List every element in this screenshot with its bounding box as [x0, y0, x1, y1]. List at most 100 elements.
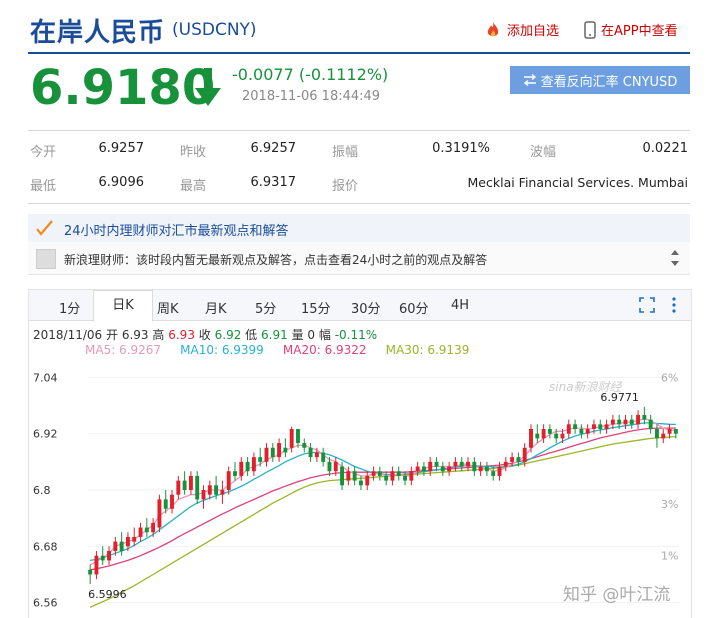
- low-label: 最低: [30, 179, 57, 194]
- candle-body: [359, 480, 363, 486]
- y-tick-label: 6.8: [33, 484, 51, 497]
- tab-15min[interactable]: 15分: [301, 298, 331, 317]
- open-in-app-button[interactable]: 在APP中查看: [584, 20, 678, 39]
- expert-message: 新浪理财师：该时段内暂无最新观点及解答，点击查看24小时之前的观点及解答: [64, 253, 488, 267]
- candle-body: [283, 447, 288, 453]
- amplitude-label: 振幅: [332, 145, 359, 160]
- info-open-label: 开: [106, 328, 119, 342]
- candle-body: [239, 461, 244, 476]
- prev-close-label: 昨收: [180, 145, 207, 160]
- low-value: 6.9096: [98, 175, 145, 190]
- candle-body: [667, 429, 672, 434]
- y-right-tick-label: 1%: [661, 550, 678, 563]
- candle-body: [396, 471, 401, 476]
- page-title: 在岸人民币: [30, 18, 166, 48]
- candle-body: [421, 466, 426, 472]
- candle-body: [188, 475, 193, 490]
- candle-body: [428, 461, 433, 472]
- tab-5min[interactable]: 5分: [255, 298, 276, 317]
- candle-body: [340, 466, 345, 486]
- candle-body: [333, 461, 338, 472]
- y-right-tick-label: 6%: [661, 371, 678, 384]
- candle-body: [636, 414, 641, 425]
- tab-60min[interactable]: 60分: [399, 298, 429, 317]
- candle-body: [94, 555, 99, 575]
- candle-body: [610, 419, 615, 425]
- quote-source-value: Mecklai Financial Services. Mumbai: [467, 175, 688, 190]
- candle-body: [478, 466, 483, 472]
- open-label: 今开: [30, 145, 57, 160]
- candle-body: [220, 490, 225, 495]
- candle-body: [119, 541, 124, 551]
- candle-body: [346, 471, 351, 481]
- tab-1min[interactable]: 1分: [59, 298, 80, 317]
- candle-body: [377, 471, 382, 476]
- expert-message-row[interactable]: 新浪理财师：该时段内暂无最新观点及解答，点击查看24小时之前的观点及解答: [28, 242, 690, 275]
- ma-legend: MA5: 6.9267 MA10: 6.9399 MA20: 6.9322 MA…: [85, 343, 469, 357]
- candle-body: [466, 461, 470, 467]
- candle-body: [403, 475, 407, 481]
- tab-weekly[interactable]: 周K: [157, 298, 179, 317]
- candle-body: [157, 499, 162, 528]
- candle-body: [277, 443, 282, 458]
- fire-icon: [487, 21, 499, 36]
- tab-30min[interactable]: 30分: [351, 298, 381, 317]
- candle-body: [661, 433, 666, 439]
- candle-body: [604, 424, 609, 429]
- expert-header[interactable]: 24小时内理财师对汇市最新观点和解答: [28, 214, 690, 243]
- candle-body: [484, 466, 489, 472]
- candle-body: [529, 429, 533, 448]
- candle-body: [497, 466, 502, 476]
- info-close: 6.92: [214, 328, 242, 342]
- fullscreen-icon[interactable]: [639, 297, 655, 313]
- tab-monthly[interactable]: 月K: [205, 298, 227, 317]
- current-price: 6.9180: [30, 60, 216, 116]
- ma30-legend: MA30: 6.9139: [385, 343, 470, 357]
- y-right-tick-label: 3%: [661, 498, 678, 511]
- candle-body: [472, 461, 477, 472]
- candle-body: [541, 429, 546, 439]
- wave-label: 波幅: [530, 145, 557, 160]
- kline-chart-panel: 1分 日K 周K 月K 5分 15分 30分 60分 4H 2018/11/06…: [28, 289, 692, 618]
- candle-body: [547, 429, 552, 434]
- candle-body: [434, 461, 439, 467]
- trend-check-icon: [36, 220, 53, 236]
- candle-body: [371, 471, 376, 476]
- quote-time: 2018-11-06 18:44:49: [242, 89, 381, 104]
- add-favorite-button[interactable]: 添加自选: [484, 20, 559, 39]
- expert-title: 24小时内理财师对汇市最新观点和解答: [64, 224, 289, 239]
- candle-body: [264, 447, 269, 462]
- candle-body: [598, 424, 603, 429]
- candle-body: [642, 414, 647, 420]
- candle-body: [195, 475, 200, 500]
- reverse-rate-button[interactable]: 查看反向汇率 CNYUSD: [510, 66, 690, 94]
- candle-body: [289, 429, 294, 448]
- candle-body: [409, 471, 414, 481]
- stats-panel: 今开 6.9257 昨收 6.9257 振幅 0.3191% 波幅 0.0221…: [28, 130, 690, 204]
- candle-body: [321, 452, 326, 462]
- y-tick-label: 7.04: [33, 371, 58, 384]
- tab-daily[interactable]: 日K: [93, 290, 153, 322]
- candle-body: [296, 429, 300, 444]
- zhihu-watermark: 知乎 @叶江流: [563, 585, 671, 605]
- info-low-label: 低: [245, 328, 258, 342]
- info-open: 6.93: [121, 328, 149, 342]
- sina-watermark: sina新浪财经: [549, 380, 622, 394]
- high-value: 6.9317: [250, 175, 297, 190]
- candle-body: [182, 480, 187, 490]
- more-icon[interactable]: [671, 296, 677, 314]
- candle-body: [365, 475, 370, 486]
- candle-body: [327, 461, 332, 472]
- y-tick-label: 6.56: [33, 597, 58, 610]
- add-favorite-label: 添加自选: [507, 24, 560, 39]
- candle-body: [352, 471, 357, 481]
- info-amp-label: 幅: [318, 328, 331, 342]
- ma5-legend: MA5: 6.9267: [85, 343, 162, 357]
- info-vol-label: 量: [291, 328, 304, 342]
- y-tick-label: 6.68: [33, 540, 58, 553]
- candle-body: [113, 541, 118, 551]
- scroll-arrows-icon[interactable]: [670, 248, 680, 268]
- tab-4h[interactable]: 4H: [451, 298, 469, 313]
- candle-body: [176, 480, 181, 495]
- candle-body: [314, 452, 319, 458]
